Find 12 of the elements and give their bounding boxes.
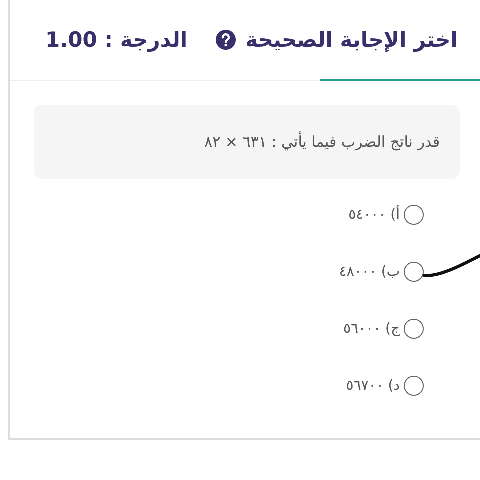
help-icon[interactable] (216, 30, 236, 50)
option-label[interactable]: أ) ٥٤٠٠٠ (348, 207, 400, 223)
radio-button[interactable] (404, 262, 424, 282)
radio-button[interactable] (404, 319, 424, 339)
option-label[interactable]: ج) ٥٦٠٠٠ (343, 321, 400, 337)
grade-label: الدرجة : 1.00 (46, 28, 188, 52)
question-title: اختر الإجابة الصحيحة (246, 28, 458, 52)
radio-button[interactable] (404, 376, 424, 396)
option-label[interactable]: د) ٥٦٧٠٠ (346, 378, 400, 394)
option-label[interactable]: ب) ٤٨٠٠٠ (339, 264, 400, 280)
radio-button[interactable] (404, 205, 424, 225)
question-text: قدر ناتج الضرب فيما يأتي : ٦٣١ × ٨٢ (204, 133, 440, 151)
